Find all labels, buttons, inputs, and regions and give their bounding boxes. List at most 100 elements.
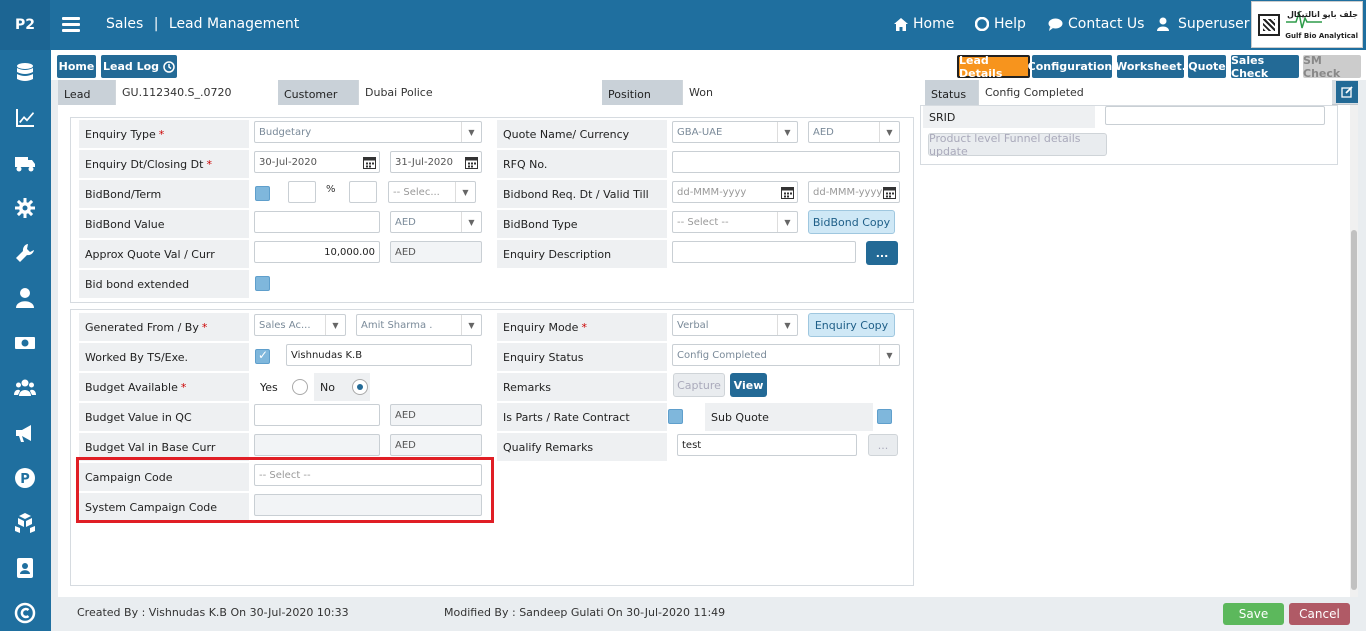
srid-input[interactable] xyxy=(1105,106,1325,125)
enquiry-copy-button[interactable]: Enquiry Copy xyxy=(808,313,895,337)
generated-by-select[interactable]: Amit Sharma . ▼ xyxy=(356,314,482,336)
term-input[interactable] xyxy=(349,181,377,203)
chevron-down-icon: ▼ xyxy=(461,122,481,142)
edit-icon[interactable] xyxy=(1336,81,1358,103)
tab-lead-log[interactable]: Lead Log xyxy=(101,55,177,78)
database-icon[interactable] xyxy=(12,60,38,86)
bidbond-type-select[interactable]: -- Select -- ▼ xyxy=(672,211,798,233)
calendar-icon[interactable] xyxy=(879,182,899,202)
enquiry-date-value: 30-Jul-2020 xyxy=(259,156,318,168)
worked-by-label: Worked By TS/Exe. xyxy=(79,343,249,371)
app-logo[interactable]: P2 xyxy=(0,0,50,50)
worked-by-checkbox[interactable] xyxy=(255,348,270,364)
closing-date-value: 31-Jul-2020 xyxy=(395,156,454,168)
calendar-icon[interactable] xyxy=(777,182,797,202)
breadcrumb-page: Lead Management xyxy=(168,16,300,32)
capture-button[interactable]: Capture xyxy=(673,373,725,397)
nav-user[interactable]: Superuser xyxy=(1157,16,1250,32)
users-icon[interactable] xyxy=(12,375,38,401)
truck-icon[interactable] xyxy=(12,150,38,176)
qualify-remarks-label: Qualify Remarks xyxy=(497,433,667,461)
contact-book-icon[interactable] xyxy=(12,555,38,581)
sub-quote-checkbox[interactable] xyxy=(877,409,892,424)
bidbond-currency-select[interactable]: AED ▼ xyxy=(390,211,482,233)
svg-text:P: P xyxy=(20,472,30,487)
bidbond-req-date-input[interactable]: dd-MMM-yyyy xyxy=(672,181,798,203)
closing-date-input[interactable]: 31-Jul-2020 xyxy=(390,151,482,173)
budget-value-qc-label: Budget Value in QC xyxy=(79,403,249,431)
enquiry-description-more-button[interactable]: ... xyxy=(866,241,898,265)
tab-configuration[interactable]: Configuration. xyxy=(1028,55,1116,78)
calendar-icon[interactable] xyxy=(461,152,481,172)
tabs-bar: Home Lead Log Lead Details Configuration… xyxy=(51,50,1366,80)
quote-name-select[interactable]: GBA-UAE ▼ xyxy=(672,121,798,143)
worked-by-input[interactable]: Vishnudas K.B xyxy=(286,344,472,366)
enquiry-type-select[interactable]: Budgetary ▼ xyxy=(254,121,482,143)
wrench-icon[interactable] xyxy=(12,240,38,266)
enquiry-mode-label-text: Enquiry Mode xyxy=(503,320,579,334)
money-icon[interactable] xyxy=(12,330,38,356)
chart-icon[interactable] xyxy=(12,105,38,131)
enquiry-date-input[interactable]: 30-Jul-2020 xyxy=(254,151,380,173)
copyright-icon[interactable] xyxy=(12,600,38,626)
tab-quote[interactable]: Quote xyxy=(1188,55,1226,78)
status-label: Status xyxy=(925,80,978,108)
tab-lead-details[interactable]: Lead Details xyxy=(957,54,1030,80)
funnel-update-button[interactable]: Product level Funnel details update xyxy=(928,132,1107,158)
budget-value-qc-input[interactable] xyxy=(254,404,380,426)
term-select-value: -- Selec... xyxy=(393,186,440,198)
sidebar: P xyxy=(0,50,51,631)
generated-from-select[interactable]: Sales Ac... ▼ xyxy=(254,314,346,336)
qualify-remarks-more-button[interactable]: ... xyxy=(868,434,898,456)
vertical-scrollbar[interactable] xyxy=(1350,105,1358,597)
bidbond-copy-button[interactable]: BidBond Copy xyxy=(808,210,895,234)
tab-sm-check[interactable]: SM Check xyxy=(1303,54,1361,80)
bidbond-currency-value: AED xyxy=(395,216,416,228)
bidbond-extended-checkbox[interactable] xyxy=(255,276,270,291)
enquiry-status-select[interactable]: Config Completed ▼ xyxy=(672,344,900,366)
qualify-remarks-input[interactable]: test xyxy=(677,434,857,456)
lead-info-bar: Lead GU.112340.S_.0720 Customer Dubai Po… xyxy=(58,80,1358,108)
budget-no-radio[interactable] xyxy=(352,379,368,395)
cancel-button[interactable]: Cancel xyxy=(1289,603,1350,625)
logo-mark-icon xyxy=(1258,14,1280,36)
term-select[interactable]: -- Selec... ▼ xyxy=(388,181,476,203)
user-icon xyxy=(1157,17,1169,31)
chevron-down-icon: ▼ xyxy=(461,212,481,232)
rfq-label: RFQ No. xyxy=(497,150,667,178)
boxes-icon[interactable] xyxy=(12,510,38,536)
valid-till-date-input[interactable]: dd-MMM-yyyy xyxy=(808,181,900,203)
tab-worksheet[interactable]: Worksheet. xyxy=(1115,55,1186,78)
parts-rate-contract-checkbox[interactable] xyxy=(668,409,683,424)
enquiry-description-input[interactable] xyxy=(672,241,856,263)
save-button[interactable]: Save xyxy=(1223,603,1284,625)
generated-from-label: Generated From / By * xyxy=(79,313,249,341)
budget-yes-radio[interactable] xyxy=(292,379,308,395)
enquiry-dt-label-text: Enquiry Dt/Closing Dt xyxy=(85,157,204,171)
user-icon[interactable] xyxy=(12,285,38,311)
calendar-icon[interactable] xyxy=(359,152,379,172)
quote-currency-select[interactable]: AED ▼ xyxy=(808,121,900,143)
rfq-input[interactable] xyxy=(672,151,900,173)
nav-home[interactable]: Home xyxy=(894,16,954,32)
megaphone-icon[interactable] xyxy=(12,420,38,446)
nav-help[interactable]: Help xyxy=(975,16,1026,32)
nav-contact[interactable]: Contact Us xyxy=(1048,16,1144,32)
enquiry-mode-value: Verbal xyxy=(677,319,709,331)
scrollbar-thumb[interactable] xyxy=(1351,230,1357,590)
tab-home[interactable]: Home xyxy=(57,55,96,78)
tab-sales-check[interactable]: Sales Check xyxy=(1231,54,1299,80)
date-placeholder: dd-MMM-yyyy xyxy=(677,186,747,198)
parking-icon[interactable]: P xyxy=(12,465,38,491)
percent-sign: % xyxy=(326,184,336,195)
enquiry-mode-select[interactable]: Verbal ▼ xyxy=(672,314,798,336)
top-header: P2 Sales | Lead Management Home Help Con… xyxy=(0,0,1366,50)
gear-icon[interactable] xyxy=(12,195,38,221)
lead-label: Lead xyxy=(58,80,115,108)
menu-toggle-icon[interactable] xyxy=(62,14,80,36)
view-button[interactable]: View xyxy=(730,373,767,397)
bidbond-value-input[interactable] xyxy=(254,211,380,233)
bidbond-percent-input[interactable] xyxy=(288,181,316,203)
bidbond-checkbox[interactable] xyxy=(255,186,270,201)
approx-quote-input[interactable]: 10,000.00 xyxy=(254,241,380,263)
